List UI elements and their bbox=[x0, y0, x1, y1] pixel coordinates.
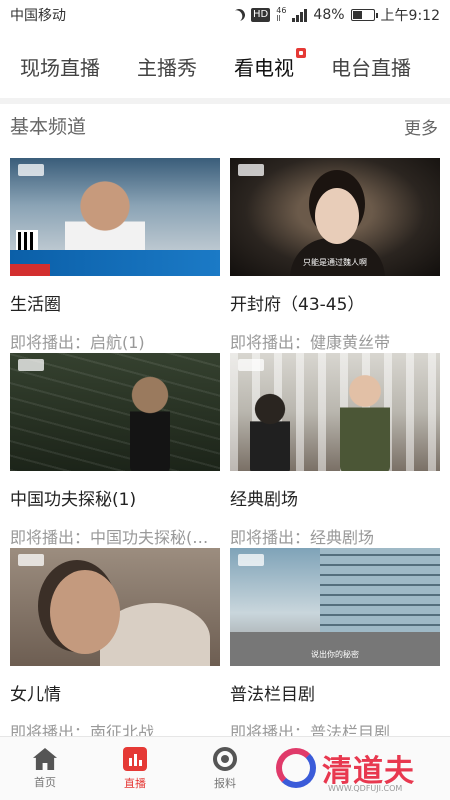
battery-percent: 48% bbox=[313, 7, 345, 23]
watermark-logo-icon bbox=[276, 748, 316, 788]
channel-next-program: 即将播出：健康黄丝带 bbox=[230, 333, 391, 352]
video-subtitle: 只能是通过魏人啊 bbox=[303, 258, 367, 267]
watermark-url: WWW.QDFUJI.COM bbox=[328, 784, 403, 793]
hd-badge: HD bbox=[251, 8, 271, 22]
network-arrows: ll bbox=[276, 14, 281, 23]
status-icons: HD 46 ll 48% 上午9:12 bbox=[233, 5, 440, 25]
tab-label: 电台直播 bbox=[331, 55, 411, 80]
channel-card[interactable]: 经典剧场 即将播出：经典剧场 bbox=[230, 353, 440, 548]
tab-radio-live[interactable]: 电台直播 bbox=[331, 52, 411, 81]
carrier-label: 中国移动 bbox=[10, 8, 66, 24]
channel-title: 女儿情 bbox=[10, 685, 61, 705]
nav-home[interactable]: 首页 bbox=[0, 737, 90, 800]
qr-code-icon bbox=[16, 230, 38, 252]
tab-watch-tv[interactable]: 看电视 bbox=[234, 47, 306, 81]
channel-thumbnail[interactable]: 说出你的秘密 bbox=[230, 548, 440, 666]
channel-card[interactable]: 说出你的秘密 普法栏目剧 即将播出：普法栏目剧 bbox=[230, 548, 440, 743]
section-divider bbox=[0, 98, 450, 104]
tab-label: 主播秀 bbox=[137, 55, 197, 80]
moon-icon bbox=[231, 7, 247, 23]
signal-icon bbox=[292, 8, 308, 22]
channel-title: 中国功夫探秘(1) bbox=[10, 490, 137, 510]
network-type-icon: 46 ll bbox=[276, 7, 286, 23]
video-subtitle: 说出你的秘密 bbox=[311, 650, 359, 659]
channel-logo-icon bbox=[18, 164, 44, 176]
nav-live[interactable]: 直播 bbox=[90, 737, 180, 800]
home-icon bbox=[33, 748, 57, 770]
figure-face bbox=[50, 570, 120, 654]
nav-label: 首页 bbox=[34, 776, 56, 789]
channel-next-program: 即将播出：启航(1) bbox=[10, 333, 145, 352]
status-bar: 中国移动 HD 46 ll 48% 上午9:12 bbox=[0, 0, 450, 30]
figure bbox=[340, 373, 390, 471]
tab-label: 看电视 bbox=[234, 55, 294, 80]
channel-card[interactable]: 生活圈 即将播出：启航(1) bbox=[10, 158, 220, 353]
report-icon bbox=[213, 747, 237, 771]
channel-thumbnail[interactable] bbox=[10, 548, 220, 666]
watermark: 清道夫 WWW.QDFUJI.COM bbox=[268, 742, 450, 800]
channel-logo-icon bbox=[238, 554, 264, 566]
figure bbox=[250, 393, 290, 471]
channel-thumbnail[interactable]: 只能是通过魏人啊 bbox=[230, 158, 440, 276]
figure bbox=[130, 373, 170, 471]
nav-report[interactable]: 报料 bbox=[180, 737, 270, 800]
channel-title: 开封府（43-45） bbox=[230, 295, 365, 315]
battery-fill bbox=[352, 11, 362, 19]
channel-logo-icon bbox=[18, 359, 44, 371]
tab-anchor-show[interactable]: 主播秀 bbox=[137, 52, 197, 81]
more-link[interactable]: 更多 bbox=[404, 114, 438, 139]
channel-title: 普法栏目剧 bbox=[230, 685, 315, 705]
live-icon bbox=[123, 747, 147, 771]
channel-thumbnail[interactable] bbox=[10, 353, 220, 471]
tab-live-scene[interactable]: 现场直播 bbox=[20, 52, 100, 81]
nav-label: 报料 bbox=[214, 777, 236, 790]
channel-title: 经典剧场 bbox=[230, 490, 298, 510]
battery-icon bbox=[350, 9, 378, 21]
section-title: 基本频道 bbox=[10, 116, 87, 138]
clock: 上午9:12 bbox=[380, 8, 440, 24]
channel-card[interactable]: 只能是通过魏人啊 开封府（43-45） 即将播出：健康黄丝带 bbox=[230, 158, 440, 353]
nav-label: 直播 bbox=[124, 777, 146, 790]
figure-face bbox=[315, 188, 359, 244]
channel-card[interactable]: 中国功夫探秘(1) 即将播出：中国功夫探秘(… bbox=[10, 353, 220, 548]
new-badge-icon bbox=[296, 47, 306, 58]
channel-logo-icon bbox=[238, 359, 264, 371]
top-tabs: 现场直播 主播秀 看电视 电台直播 bbox=[0, 40, 450, 92]
tab-label: 现场直播 bbox=[20, 55, 100, 80]
channel-thumbnail[interactable] bbox=[230, 353, 440, 471]
time-tag bbox=[10, 264, 50, 276]
channel-title: 生活圈 bbox=[10, 295, 61, 315]
channel-logo-icon bbox=[18, 554, 44, 566]
channel-card[interactable]: 女儿情 即将播出：南征北战 bbox=[10, 548, 220, 743]
channel-logo-icon bbox=[238, 164, 264, 176]
channel-next-program: 即将播出：经典剧场 bbox=[230, 528, 375, 547]
channel-next-program: 即将播出：中国功夫探秘(… bbox=[10, 528, 209, 547]
channel-thumbnail[interactable] bbox=[10, 158, 220, 276]
